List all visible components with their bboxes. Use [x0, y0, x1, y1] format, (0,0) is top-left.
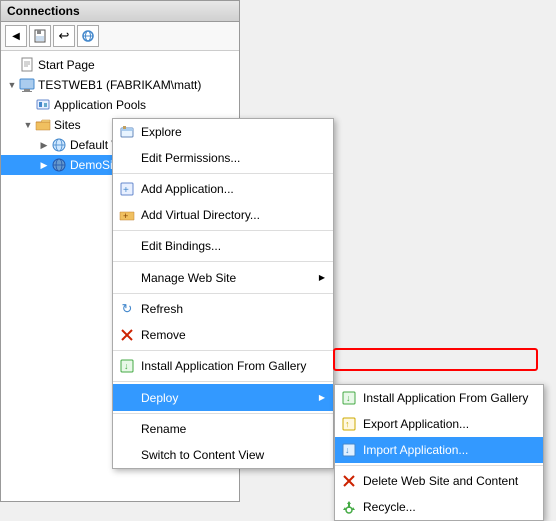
- edit-permissions-label: Edit Permissions...: [141, 148, 240, 168]
- submenu-export-icon: ↑: [339, 414, 359, 434]
- globe-icon: [81, 29, 95, 43]
- add-app-icon: +: [117, 179, 137, 199]
- submenu-item-delete-website[interactable]: Delete Web Site and Content: [335, 468, 543, 494]
- install-gallery-label: Install Application From Gallery: [141, 356, 306, 376]
- separator-3: [113, 261, 333, 262]
- apppool-expand-icon: [21, 98, 35, 112]
- separator-4: [113, 293, 333, 294]
- page-icon: [19, 57, 35, 73]
- separator-7: [113, 413, 333, 414]
- submenu-import-icon: ↓: [339, 440, 359, 460]
- menu-item-edit-permissions[interactable]: Edit Permissions...: [113, 145, 333, 171]
- separator-5: [113, 350, 333, 351]
- separator-6: [113, 381, 333, 382]
- submenu-separator-1: [335, 465, 543, 466]
- expand-icon: [5, 58, 19, 72]
- sites-label: Sites: [54, 116, 81, 134]
- submenu-install-icon: ↓: [339, 388, 359, 408]
- submenu-item-import-app[interactable]: ↓ Import Application...: [335, 437, 543, 463]
- svg-text:↓: ↓: [345, 445, 350, 455]
- remove-icon: [117, 325, 137, 345]
- remove-label: Remove: [141, 325, 186, 345]
- menu-item-add-virtual-directory[interactable]: + Add Virtual Directory...: [113, 202, 333, 228]
- submenu-item-export-app[interactable]: ↑ Export Application...: [335, 411, 543, 437]
- monitor-icon: [19, 77, 35, 93]
- menu-item-deploy[interactable]: Deploy ↓ Install Application From Galler…: [113, 384, 333, 411]
- install-gallery-icon: ↓: [117, 356, 137, 376]
- refresh-icon: ↻: [117, 299, 137, 319]
- submenu-recycle-icon: [339, 497, 359, 517]
- submenu-export-label: Export Application...: [363, 414, 469, 434]
- save-button[interactable]: [29, 25, 51, 47]
- menu-item-refresh[interactable]: ↻ Refresh: [113, 296, 333, 322]
- menu-item-manage-web-site[interactable]: Manage Web Site: [113, 264, 333, 291]
- svg-text:↓: ↓: [346, 393, 351, 403]
- explore-icon: [117, 122, 137, 142]
- panel-title: Connections: [1, 1, 239, 22]
- server-label: TESTWEB1 (FABRIKAM\matt): [38, 76, 201, 94]
- submenu-recycle-label: Recycle...: [363, 497, 416, 517]
- menu-item-edit-bindings[interactable]: Edit Bindings...: [113, 233, 333, 259]
- edit-bindings-label: Edit Bindings...: [141, 236, 221, 256]
- server-expand-icon: ▼: [5, 78, 19, 92]
- tree-item-app-pools[interactable]: Application Pools: [1, 95, 239, 115]
- svg-text:↑: ↑: [345, 419, 350, 429]
- submenu-item-install-gallery[interactable]: ↓ Install Application From Gallery: [335, 385, 543, 411]
- submenu-import-label: Import Application...: [363, 440, 468, 460]
- menu-item-install-gallery[interactable]: ↓ Install Application From Gallery: [113, 353, 333, 379]
- deploy-label: Deploy: [141, 388, 178, 408]
- sites-expand-icon: ▼: [21, 118, 35, 132]
- menu-item-rename[interactable]: Rename: [113, 416, 333, 442]
- tree-item-server[interactable]: ▼ TESTWEB1 (FABRIKAM\matt): [1, 75, 239, 95]
- svg-text:+: +: [123, 185, 129, 196]
- app-pools-label: Application Pools: [54, 96, 146, 114]
- save-icon: [33, 29, 47, 43]
- apppool-icon: [35, 97, 51, 113]
- switch-content-label: Switch to Content View: [141, 445, 264, 465]
- menu-item-remove[interactable]: Remove: [113, 322, 333, 348]
- submenu-item-recycle[interactable]: Recycle...: [335, 494, 543, 520]
- deploy-arrow-icon: [319, 387, 325, 408]
- submenu-delete-label: Delete Web Site and Content: [363, 471, 518, 491]
- add-vdir-icon: +: [117, 205, 137, 225]
- tree-item-start-page[interactable]: Start Page: [1, 55, 239, 75]
- separator-1: [113, 173, 333, 174]
- globe-tree-icon: [51, 137, 67, 153]
- globe-button[interactable]: [77, 25, 99, 47]
- manage-arrow-icon: [319, 267, 325, 288]
- rename-label: Rename: [141, 419, 186, 439]
- add-application-label: Add Application...: [141, 179, 234, 199]
- context-menu: Explore Edit Permissions... + Add Applic…: [112, 118, 334, 469]
- dws-expand-icon: ▶: [37, 138, 51, 152]
- menu-item-switch-content[interactable]: Switch to Content View: [113, 442, 333, 468]
- svg-text:+: +: [123, 211, 128, 221]
- back-button[interactable]: ◀: [5, 25, 27, 47]
- demosite-icon: [51, 157, 67, 173]
- demosite-expand-icon: ▶: [37, 158, 51, 172]
- svg-text:↓: ↓: [124, 361, 129, 371]
- menu-item-add-application[interactable]: + Add Application...: [113, 176, 333, 202]
- add-virtual-directory-label: Add Virtual Directory...: [141, 205, 260, 225]
- start-page-label: Start Page: [38, 56, 95, 74]
- toolbar: ◀ ↩: [1, 22, 239, 51]
- import-highlight-ring: [333, 348, 538, 371]
- submenu-deploy: ↓ Install Application From Gallery ↑ Exp…: [334, 384, 544, 521]
- refresh-label: Refresh: [141, 299, 183, 319]
- explore-label: Explore: [141, 122, 182, 142]
- submenu-delete-icon: [339, 471, 359, 491]
- refresh-button[interactable]: ↩: [53, 25, 75, 47]
- separator-2: [113, 230, 333, 231]
- menu-item-explore[interactable]: Explore: [113, 119, 333, 145]
- sites-folder-icon: [35, 117, 51, 133]
- manage-web-site-label: Manage Web Site: [141, 268, 236, 288]
- submenu-install-gallery-label: Install Application From Gallery: [363, 388, 528, 408]
